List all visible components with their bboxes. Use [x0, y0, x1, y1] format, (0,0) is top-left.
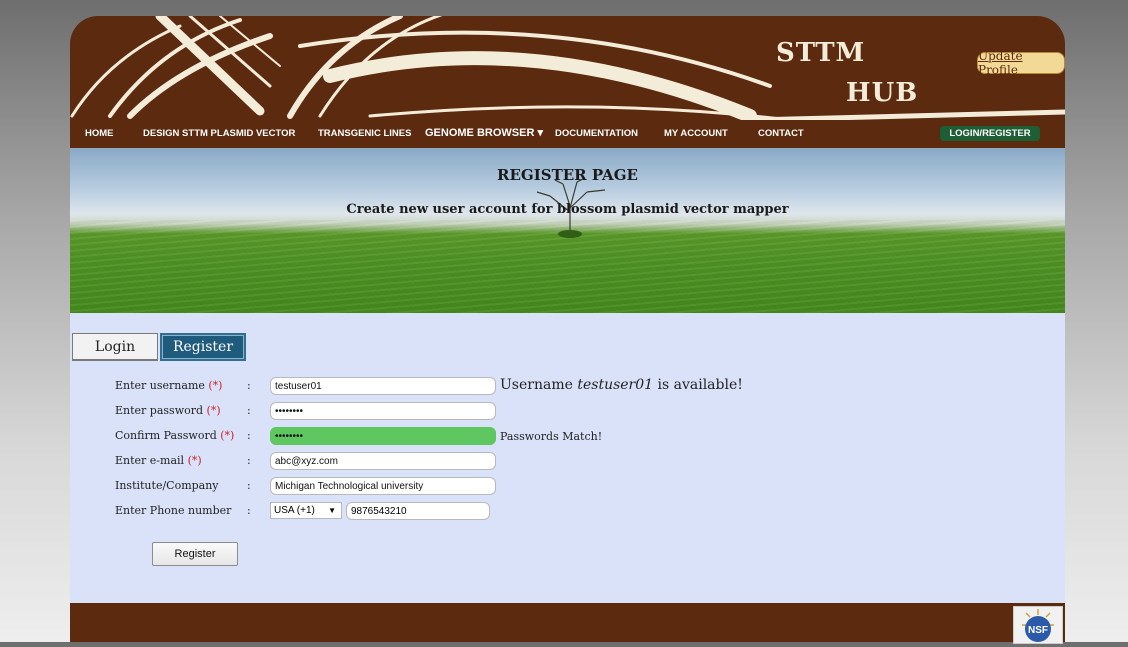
page-title: REGISTER PAGE: [497, 166, 638, 184]
nav-documentation[interactable]: DOCUMENTATION: [555, 120, 638, 148]
confirm-password-input[interactable]: ••••••••: [270, 427, 496, 445]
nav-genome-browser[interactable]: GENOME BROWSER ▾: [425, 120, 543, 150]
register-panel: Login Register Enter username (*) : test…: [70, 313, 1065, 603]
phone-input[interactable]: 9876543210: [346, 502, 490, 520]
email-label: Enter e-mail (*): [115, 454, 202, 467]
brand-sttm: STTM: [776, 38, 866, 68]
country-code-value: USA (+1): [274, 505, 315, 516]
password-row: Enter password (*) : ••••••••: [70, 402, 1065, 422]
username-input[interactable]: testuser01: [270, 377, 496, 395]
nav-contact[interactable]: CONTACT: [758, 120, 804, 148]
password-label: Enter password (*): [115, 404, 221, 417]
nsf-logo: NSF: [1013, 606, 1063, 644]
colon: :: [247, 429, 251, 442]
password-match-msg: Passwords Match!: [500, 430, 603, 443]
phone-row: Enter Phone number : USA (+1) ▼ 98765432…: [70, 502, 1065, 522]
institute-row: Institute/Company : Michigan Technologic…: [70, 477, 1065, 497]
nav-my-account[interactable]: MY ACCOUNT: [664, 120, 728, 148]
email-row: Enter e-mail (*) : abc@xyz.com: [70, 452, 1065, 472]
username-label: Enter username (*): [115, 379, 223, 392]
page-container: STTM HUB Update Profile HOME DESIGN STTM…: [70, 8, 1065, 644]
required-mark: (*): [208, 379, 223, 392]
nav-transgenic-lines[interactable]: TRANSGENIC LINES: [318, 120, 411, 148]
site-footer: NSF: [70, 603, 1065, 644]
nav-design-sttm-plasmid-vector[interactable]: DESIGN STTM PLASMID VECTOR: [143, 120, 295, 148]
required-mark: (*): [206, 404, 221, 417]
register-submit-button[interactable]: Register: [152, 542, 238, 566]
brand-hub: HUB: [846, 78, 919, 108]
colon: :: [247, 479, 251, 492]
colon: :: [247, 404, 251, 417]
colon: :: [247, 454, 251, 467]
update-profile-button[interactable]: Update Profile: [977, 49, 1065, 77]
chevron-down-icon: ▼: [328, 506, 336, 515]
confirm-password-label: Confirm Password (*): [115, 429, 235, 442]
svg-text:NSF: NSF: [1028, 625, 1048, 636]
confirm-password-row: Confirm Password (*) : •••••••• Password…: [70, 427, 1065, 447]
required-mark: (*): [187, 454, 202, 467]
page-subtitle: Create new user account for blossom plas…: [346, 202, 789, 217]
site-header: STTM HUB Update Profile: [70, 16, 1065, 120]
nav-home[interactable]: HOME: [85, 120, 114, 148]
email-input[interactable]: abc@xyz.com: [270, 452, 496, 470]
colon: :: [247, 379, 251, 392]
required-mark: (*): [220, 429, 235, 442]
colon: :: [247, 504, 251, 517]
banner-image: REGISTER PAGE Create new user account fo…: [70, 148, 1065, 313]
country-code-select[interactable]: USA (+1) ▼: [270, 502, 342, 519]
institute-input[interactable]: Michigan Technological university: [270, 477, 496, 495]
institute-label: Institute/Company: [115, 479, 219, 492]
username-availability-msg: Username testuser01 is available!: [500, 377, 743, 393]
main-nav: HOME DESIGN STTM PLASMID VECTOR TRANSGEN…: [70, 120, 1065, 150]
tab-register[interactable]: Register: [160, 333, 246, 361]
nsf-logo-icon: NSF: [1022, 609, 1054, 642]
tab-login[interactable]: Login: [72, 333, 158, 361]
password-input[interactable]: ••••••••: [270, 402, 496, 420]
login-register-button[interactable]: LOGIN/REGISTER: [940, 126, 1040, 141]
username-row: Enter username (*) : testuser01 Username…: [70, 377, 1065, 397]
phone-label: Enter Phone number: [115, 504, 232, 517]
